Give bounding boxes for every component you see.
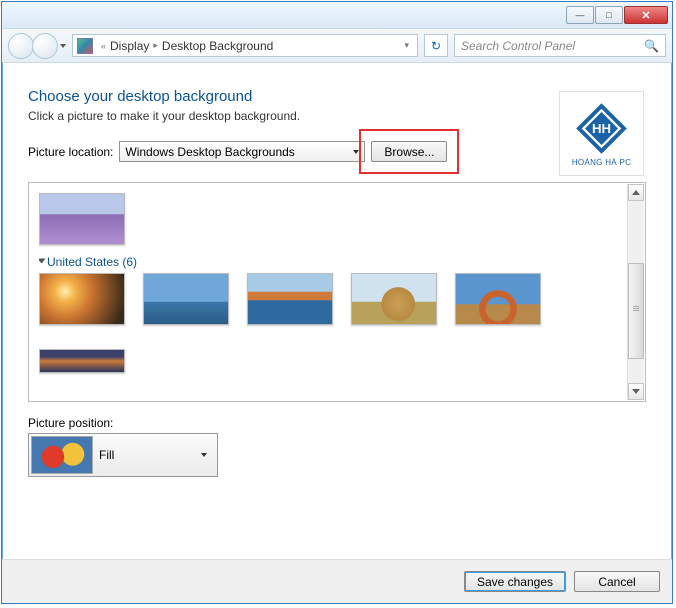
- scrollbar-thumb[interactable]: [628, 263, 644, 359]
- refresh-icon: ↻: [431, 39, 441, 53]
- brand-logo-text: HOÀNG HÀ PC: [572, 158, 631, 167]
- history-dropdown-icon[interactable]: [60, 44, 66, 48]
- scroll-down-button[interactable]: [628, 383, 644, 400]
- category-header[interactable]: United States (6): [39, 255, 623, 269]
- picture-position-label: Picture position:: [28, 416, 646, 430]
- cancel-button[interactable]: Cancel: [574, 571, 660, 592]
- wallpaper-thumbnail[interactable]: [247, 273, 333, 325]
- search-input[interactable]: Search Control Panel 🔍: [454, 34, 666, 57]
- minimize-button[interactable]: —: [566, 6, 594, 24]
- close-icon: ✕: [641, 9, 650, 22]
- breadcrumb-segment[interactable]: Desktop Background: [162, 39, 273, 53]
- search-icon: 🔍: [644, 39, 659, 53]
- titlebar: — □ ✕: [2, 2, 672, 29]
- control-panel-icon: [77, 38, 93, 54]
- maximize-icon: □: [606, 10, 611, 20]
- navbar: « Display ▸ Desktop Background ▾ ↻ Searc…: [2, 29, 672, 63]
- chevron-right-icon: ▸: [153, 40, 158, 51]
- breadcrumb-segment[interactable]: Display: [110, 39, 149, 53]
- wallpaper-thumbnail[interactable]: [455, 273, 541, 325]
- wallpaper-thumbnail[interactable]: [143, 273, 229, 325]
- picture-position-value: Fill: [99, 448, 195, 462]
- address-dropdown-icon[interactable]: ▾: [404, 40, 409, 51]
- category-label: United States (6): [47, 255, 137, 269]
- browse-button[interactable]: Browse...: [371, 141, 447, 162]
- forward-button[interactable]: [32, 33, 58, 59]
- breadcrumb-overflow-icon[interactable]: «: [101, 41, 106, 51]
- wallpaper-thumbnail[interactable]: [351, 273, 437, 325]
- save-changes-button[interactable]: Save changes: [464, 571, 566, 592]
- picture-location-row: Picture location: Windows Desktop Backgr…: [28, 141, 646, 162]
- control-panel-window: — □ ✕ « Display ▸ Desktop Background ▾ ↻…: [1, 1, 673, 604]
- picture-location-value: Windows Desktop Backgrounds: [125, 145, 353, 159]
- picture-location-label: Picture location:: [28, 145, 113, 159]
- browse-highlight: Browse...: [359, 129, 459, 174]
- collapse-icon: [39, 259, 46, 264]
- content-area: HH HOÀNG HÀ PC Choose your desktop backg…: [2, 63, 672, 559]
- picture-position-row: Picture position: Fill: [28, 416, 646, 477]
- wallpaper-thumbnail[interactable]: [39, 193, 125, 245]
- picture-location-dropdown[interactable]: Windows Desktop Backgrounds: [119, 141, 365, 162]
- scroll-up-button[interactable]: [628, 184, 644, 201]
- page-subtitle: Click a picture to make it your desktop …: [28, 109, 646, 123]
- wallpaper-thumbnail[interactable]: [39, 273, 125, 325]
- back-button[interactable]: [8, 33, 34, 59]
- wallpaper-thumbnail[interactable]: [39, 349, 125, 373]
- minimize-icon: —: [576, 10, 585, 20]
- nav-buttons: [8, 33, 66, 59]
- position-preview-icon: [31, 436, 93, 474]
- svg-text:HH: HH: [592, 120, 611, 135]
- scrollbar[interactable]: [627, 184, 644, 400]
- chevron-down-icon: [201, 453, 207, 457]
- maximize-button[interactable]: □: [595, 6, 623, 24]
- picture-position-dropdown[interactable]: Fill: [28, 433, 218, 477]
- page-title: Choose your desktop background: [28, 88, 646, 105]
- close-button[interactable]: ✕: [624, 6, 668, 24]
- address-bar[interactable]: « Display ▸ Desktop Background ▾: [72, 34, 418, 57]
- search-placeholder: Search Control Panel: [461, 39, 644, 53]
- footer: Save changes Cancel: [2, 559, 672, 603]
- brand-logo: HH HOÀNG HÀ PC: [559, 91, 644, 176]
- wallpaper-gallery: United States (6): [28, 182, 646, 402]
- refresh-button[interactable]: ↻: [424, 34, 448, 57]
